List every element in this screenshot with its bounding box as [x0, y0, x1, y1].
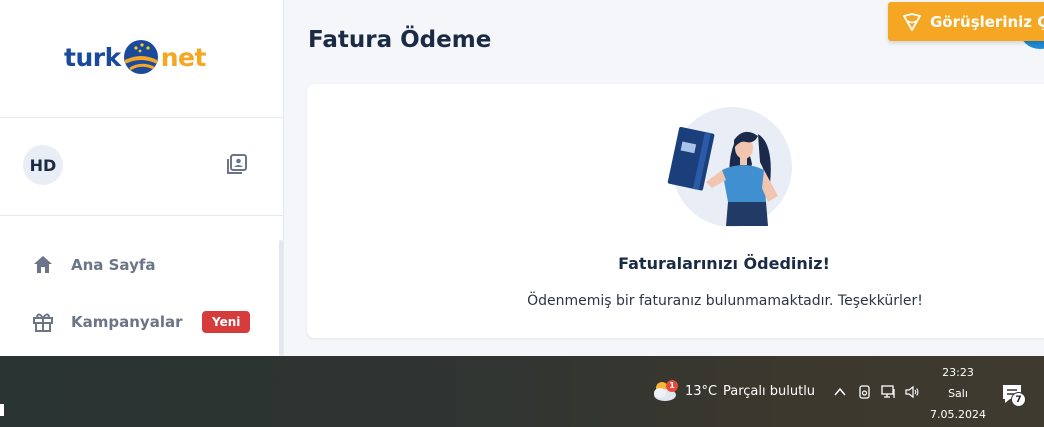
card-title: Faturalarınızı Ödediniz!	[618, 254, 830, 273]
feedback-label: Görüşleriniz Ço	[930, 12, 1044, 31]
chevron-up-icon[interactable]	[832, 384, 848, 400]
logo-area: turk net	[0, 0, 283, 118]
feedback-button[interactable]: Görüşleriniz Ço	[888, 2, 1044, 41]
clock-time: 23:23	[942, 366, 974, 379]
home-icon	[34, 256, 52, 273]
speaker-icon[interactable]	[904, 384, 920, 400]
logo-text-turk: turk	[64, 42, 121, 72]
sidebar: turk net HD Ana Sayfa Kampanyalar Yeni	[0, 0, 284, 356]
avatar[interactable]: HD	[23, 145, 63, 185]
user-area: HD	[0, 118, 283, 216]
weather-temperature[interactable]: 13°C	[685, 384, 717, 399]
notification-count-badge: 7	[1011, 392, 1026, 407]
page-title: Fatura Ödeme	[308, 27, 492, 53]
windows-taskbar: 1 13°C Parçalı bulutlu 23:23 Salı 7.05.2…	[0, 356, 1044, 427]
paid-invoice-illustration	[667, 107, 792, 227]
sidebar-item-label: Kampanyalar	[71, 313, 183, 331]
sidebar-scrollbar[interactable]	[279, 240, 283, 356]
feedback-smile-icon	[903, 12, 921, 31]
clock-day: Salı	[948, 387, 968, 400]
taskbar-clock[interactable]: 23:23 Salı 7.05.2024	[924, 362, 992, 425]
sidebar-item-kampanyalar[interactable]: Kampanyalar Yeni	[0, 300, 278, 344]
clock-date: 7.05.2024	[930, 408, 986, 421]
network-icon[interactable]	[881, 384, 897, 400]
sidebar-item-ana-sayfa[interactable]: Ana Sayfa	[0, 243, 278, 287]
meeting-camera-icon[interactable]	[857, 384, 873, 400]
globe-logo-icon	[123, 40, 158, 74]
weather-description[interactable]: Parçalı bulutlu	[723, 384, 815, 399]
gift-icon	[33, 313, 53, 332]
weather-alert-badge: 1	[666, 380, 678, 392]
card-message: Ödenmemiş bir faturanız bulunmamaktadır.…	[527, 293, 923, 309]
taskbar-edge-marker	[0, 404, 4, 416]
account-card-icon[interactable]	[225, 152, 249, 176]
turknet-logo[interactable]: turk net	[64, 34, 206, 80]
app-window: turk net HD Ana Sayfa Kampanyalar Yeni F…	[0, 0, 1044, 356]
logo-text-net: net	[160, 42, 207, 72]
new-badge: Yeni	[202, 311, 251, 333]
sidebar-item-label: Ana Sayfa	[71, 256, 156, 274]
